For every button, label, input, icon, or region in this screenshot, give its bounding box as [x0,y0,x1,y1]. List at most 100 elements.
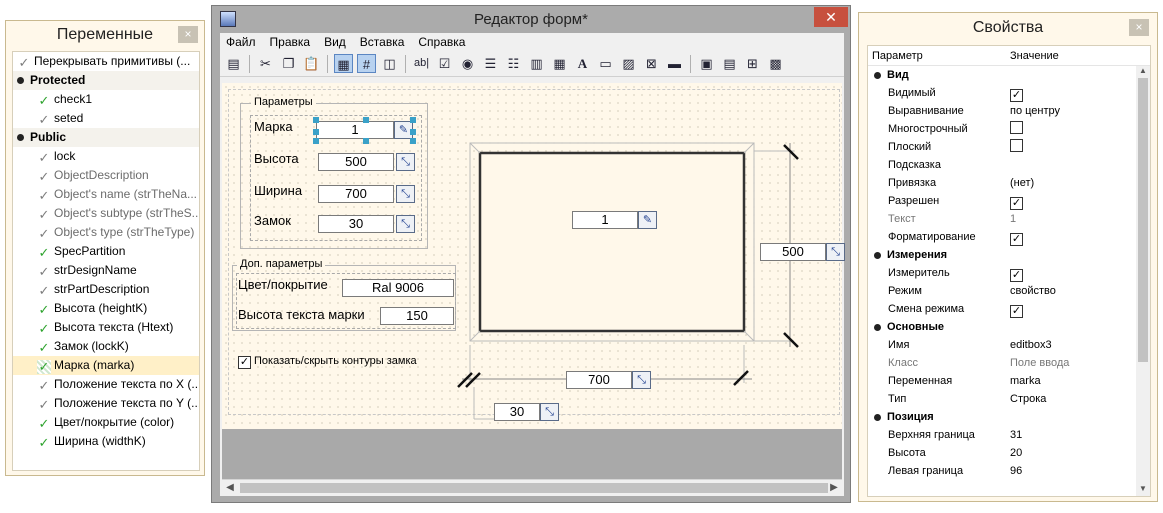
property-row[interactable]: Левая граница 96 [868,462,1150,480]
property-row[interactable]: Форматирование ✓ [868,228,1150,246]
property-checkbox[interactable] [1010,139,1023,152]
property-value[interactable] [1010,246,1150,264]
link-icon[interactable]: ▩ [766,54,785,73]
properties-close-button[interactable]: × [1129,19,1149,36]
property-checkbox[interactable]: ✓ [1010,89,1023,102]
property-section[interactable]: Вид [868,66,1150,84]
property-section[interactable]: Измерения [868,246,1150,264]
property-row[interactable]: Измеритель ✓ [868,264,1150,282]
grid-icon[interactable]: ▦ [550,54,569,73]
paste-icon[interactable]: 📋 [302,54,321,73]
vertical-scrollbar[interactable]: ▲ ▼ [1136,66,1150,496]
variable-item[interactable]: ✓ Object's subtype (strTheS... [13,204,199,223]
table-icon[interactable]: ▥ [527,54,546,73]
property-row[interactable]: Текст 1 [868,210,1150,228]
variable-item[interactable]: ✓ SpecPartition [13,242,199,261]
property-row[interactable]: Верхняя граница 31 [868,426,1150,444]
drawing-marka-input[interactable]: 1 [572,211,638,229]
property-row[interactable]: Видимый ✓ [868,84,1150,102]
combobox-icon[interactable]: ☷ [504,54,523,73]
property-value[interactable]: Строка [1010,390,1150,408]
label-icon[interactable]: A [573,54,592,73]
menu-insert[interactable]: Вставка [360,33,405,51]
property-row[interactable]: Смена режима ✓ [868,300,1150,318]
variable-group[interactable]: Public [13,128,199,147]
drawing-marka-edit-icon[interactable]: ✎ [638,211,657,229]
property-section[interactable]: Основные [868,318,1150,336]
variable-item[interactable]: ✓ Перекрывать примитивы (... [13,52,199,71]
horizontal-scroll-thumb[interactable] [240,483,828,493]
copy-icon[interactable]: ❐ [279,54,298,73]
property-row[interactable]: Режим свойство [868,282,1150,300]
variable-item[interactable]: ✓ strDesignName [13,261,199,280]
property-value[interactable]: (нет) [1010,174,1150,192]
property-value[interactable]: 1 [1010,210,1150,228]
grid-show-icon[interactable]: ▦ [334,54,353,73]
property-row[interactable]: Тип Строка [868,390,1150,408]
drawing-lock-input[interactable]: 30 [494,403,540,421]
variable-item[interactable]: ✓ Object's type (strTheType) [13,223,199,242]
listbox-icon[interactable]: ☰ [481,54,500,73]
variable-item[interactable]: ✓ strPartDescription [13,280,199,299]
menu-file[interactable]: Файл [226,33,256,51]
properties-icon[interactable]: ▤ [224,54,243,73]
drawing-width-input[interactable]: 700 [566,371,632,389]
frame-icon[interactable]: ⊠ [642,54,661,73]
horizontal-scrollbar[interactable]: ◀ ▶ [222,479,842,496]
form-canvas[interactable]: Параметры Марка 1 ✎ Высота 500 ⤡ Ширина … [222,83,845,429]
property-value[interactable]: 96 [1010,462,1150,480]
variable-item[interactable]: ✓ Положение текста по X (... [13,375,199,394]
variables-list[interactable]: ✓ Перекрывать примитивы (... Protected ✓ che… [12,51,200,471]
variable-item[interactable]: ✓ Замок (lockK) [13,337,199,356]
property-value[interactable] [1010,156,1150,174]
scroll-up-icon[interactable]: ▲ [1136,66,1150,78]
property-checkbox[interactable] [1010,121,1023,134]
variables-close-button[interactable]: × [178,26,198,43]
variable-item[interactable]: ✓ ObjectDescription [13,166,199,185]
variable-item[interactable]: ✓ check1 [13,90,199,109]
radio-icon[interactable]: ◉ [458,54,477,73]
grid-snap-icon[interactable]: # [357,54,376,73]
scroll-right-icon[interactable]: ▶ [826,480,842,496]
property-row[interactable]: Разрешен ✓ [868,192,1150,210]
editor-close-button[interactable]: ✕ [814,7,848,27]
vertical-scroll-thumb[interactable] [1138,78,1148,362]
property-value[interactable]: editbox3 [1010,336,1150,354]
menu-view[interactable]: Вид [324,33,346,51]
editbox-icon[interactable]: ab| [412,54,431,73]
property-row[interactable]: Класс Поле ввода [868,354,1150,372]
groupbox-icon[interactable]: ▭ [596,54,615,73]
property-checkbox[interactable]: ✓ [1010,269,1023,282]
drawing-lock-icon[interactable]: ⤡ [540,403,559,421]
button-icon[interactable]: ▬ [665,54,684,73]
variable-item[interactable]: ✓ Высота текста (Htext) [13,318,199,337]
document-icon[interactable]: ▤ [720,54,739,73]
property-row[interactable]: Имя editbox3 [868,336,1150,354]
property-row[interactable]: Высота 20 [868,444,1150,462]
property-row[interactable]: Выравнивание по центру [868,102,1150,120]
variable-group[interactable]: Protected [13,71,199,90]
variable-item[interactable]: ✓ lock [13,147,199,166]
drawing-height-input[interactable]: 500 [760,243,826,261]
property-row[interactable]: Подсказка [868,156,1150,174]
variable-item[interactable]: ✓ Цвет/покрытие (color) [13,413,199,432]
property-value[interactable]: Поле ввода [1010,354,1150,372]
property-value[interactable]: 31 [1010,426,1150,444]
variable-item[interactable]: ✓ Ширина (widthK) [13,432,199,451]
property-value[interactable]: marka [1010,372,1150,390]
property-row[interactable]: Многострочный [868,120,1150,138]
drawing-height-icon[interactable]: ⤡ [826,243,845,261]
property-value[interactable] [1010,66,1150,84]
scroll-left-icon[interactable]: ◀ [222,480,238,496]
menu-edit[interactable]: Правка [270,33,311,51]
property-value[interactable]: 20 [1010,444,1150,462]
variable-item[interactable]: ✓ Object's name (strTheNa... [13,185,199,204]
calc-icon[interactable]: ▣ [697,54,716,73]
variable-item[interactable]: ✓ Положение текста по Y (... [13,394,199,413]
property-checkbox[interactable]: ✓ [1010,233,1023,246]
image-icon[interactable]: ▨ [619,54,638,73]
property-section[interactable]: Позиция [868,408,1150,426]
editor-titlebar[interactable]: Редактор форм* ✕ [212,6,850,33]
variable-item[interactable]: ✓ Марка (marka) [13,356,199,375]
variable-item[interactable]: ✓ Высота (heightK) [13,299,199,318]
